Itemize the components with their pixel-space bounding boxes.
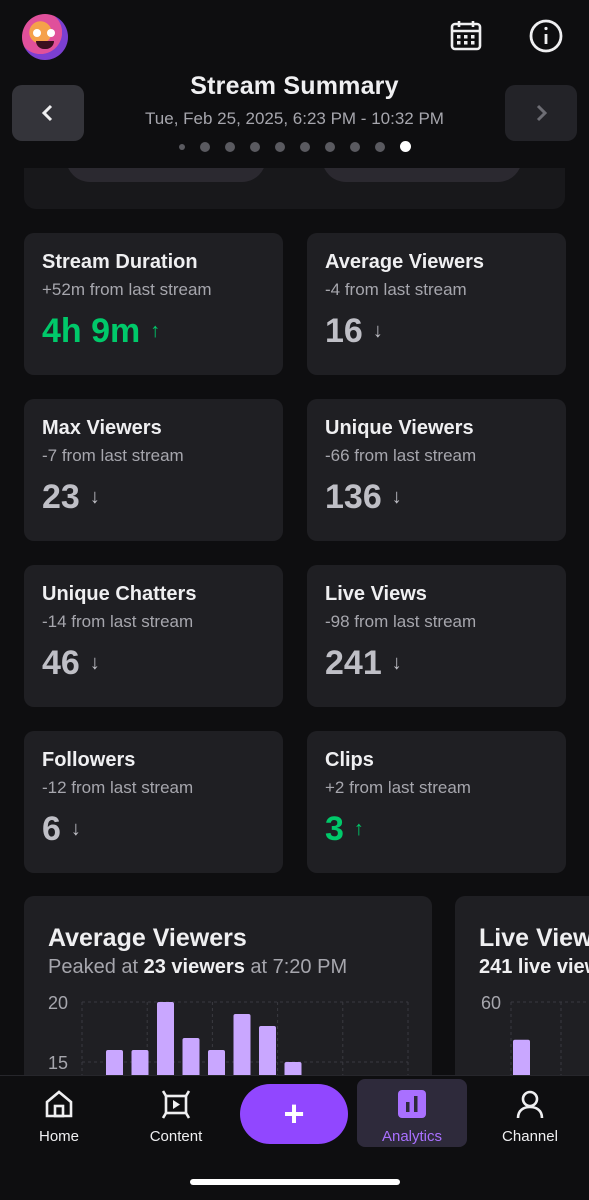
summary-header: Stream Summary Tue, Feb 25, 2025, 6:23 P…: [0, 72, 589, 152]
chart-subtitle: Peaked at 23 viewers at 7:20 PM: [48, 956, 348, 978]
film-icon: [161, 1090, 191, 1119]
home-icon: [45, 1090, 73, 1118]
stat-label: Stream Duration: [42, 251, 198, 273]
chart-card-average-viewers[interactable]: 20 15 Average Viewers Peaked at 23 viewer…: [24, 896, 432, 1086]
stat-label: Average Viewers: [325, 251, 484, 273]
page-dot[interactable]: [374, 141, 385, 152]
page-indicator[interactable]: [0, 141, 589, 152]
stat-delta: -12 from last stream: [42, 778, 194, 797]
page-dot[interactable]: [224, 141, 235, 152]
create-button[interactable]: +: [240, 1084, 348, 1144]
chart-subtitle: 241 live views: [479, 956, 589, 978]
tab-label: Analytics: [381, 1128, 443, 1145]
stat-card-followers: Followers -12 from last stream 6 ↓: [24, 731, 283, 873]
chart-card-live-views[interactable]: 60 Live Views 241 live views: [455, 896, 589, 1086]
analytics-icon: [398, 1090, 426, 1118]
tab-analytics[interactable]: Analytics: [357, 1079, 467, 1147]
date-range: Tue, Feb 25, 2025, 6:23 PM - 10:32 PM: [145, 109, 444, 128]
page-dot[interactable]: [178, 143, 185, 150]
stat-label: Max Viewers: [42, 417, 162, 439]
y-tick-label: 60: [481, 993, 501, 1013]
page-dot[interactable]: [249, 141, 260, 152]
stat-value: 241: [325, 644, 382, 682]
stat-label: Unique Chatters: [42, 583, 197, 605]
stat-value: 46: [42, 644, 80, 682]
tab-content[interactable]: Content: [121, 1088, 231, 1150]
stat-value: 16: [325, 312, 363, 350]
stat-label: Followers: [42, 749, 136, 771]
stat-value: 4h 9m: [42, 312, 141, 350]
stat-card-stream-duration: Stream Duration +52m from last stream 4h…: [24, 233, 283, 375]
chevron-left-icon: [41, 104, 53, 122]
page-dot[interactable]: [324, 141, 335, 152]
stat-card-live-views: Live Views -98 from last stream 241 ↓: [307, 565, 566, 707]
arrow-down-icon: ↓: [89, 652, 100, 674]
arrow-down-icon: ↓: [70, 818, 81, 840]
page-dot-active[interactable]: [399, 141, 411, 152]
preview-card: [24, 168, 565, 209]
avatar[interactable]: [22, 14, 68, 60]
stat-value: 23: [42, 478, 80, 516]
person-icon: [516, 1090, 544, 1119]
page-dot[interactable]: [199, 141, 210, 152]
stat-label: Clips: [325, 749, 374, 771]
chevron-right-icon: [536, 104, 548, 122]
chart-title: Average Viewers: [48, 924, 247, 952]
stat-value: 3: [325, 810, 344, 848]
stat-delta: -4 from last stream: [325, 280, 467, 299]
stat-delta: -98 from last stream: [325, 612, 477, 631]
arrow-down-icon: ↓: [391, 652, 402, 674]
tab-channel[interactable]: Channel: [475, 1088, 585, 1150]
tab-label: Home: [38, 1128, 79, 1145]
arrow-down-icon: ↓: [391, 486, 402, 508]
y-tick-label: 15: [48, 1053, 68, 1073]
arrow-up-icon: ↑: [150, 320, 161, 342]
tab-label: Content: [149, 1128, 203, 1145]
arrow-down-icon: ↓: [89, 486, 100, 508]
stat-label: Live Views: [325, 583, 427, 605]
arrow-down-icon: ↓: [372, 320, 383, 342]
top-bar: [0, 0, 589, 80]
stat-delta: +52m from last stream: [42, 280, 212, 299]
page-dot[interactable]: [274, 141, 285, 152]
page-title: Stream Summary: [190, 72, 399, 100]
stat-card-clips: Clips +2 from last stream 3 ↑: [307, 731, 566, 873]
stat-card-average-viewers: Average Viewers -4 from last stream 16 ↓: [307, 233, 566, 375]
stat-delta: -14 from last stream: [42, 612, 194, 631]
arrow-up-icon: ↑: [353, 818, 364, 840]
next-stream-button[interactable]: [505, 85, 577, 141]
stat-label: Unique Viewers: [325, 417, 474, 439]
info-icon[interactable]: [526, 16, 566, 56]
stat-card-max-viewers: Max Viewers -7 from last stream 23 ↓: [24, 399, 283, 541]
stat-card-unique-viewers: Unique Viewers -66 from last stream 136 …: [307, 399, 566, 541]
stat-delta: +2 from last stream: [325, 778, 471, 797]
calendar-icon[interactable]: [446, 16, 486, 56]
stat-value: 136: [325, 478, 382, 516]
stat-delta: -66 from last stream: [325, 446, 477, 465]
stat-card-unique-chatters: Unique Chatters -14 from last stream 46 …: [24, 565, 283, 707]
tab-label: Channel: [502, 1128, 558, 1145]
tab-home[interactable]: Home: [4, 1088, 114, 1150]
stat-delta: -7 from last stream: [42, 446, 184, 465]
previous-stream-button[interactable]: [12, 85, 84, 141]
chart-bar: [157, 1002, 174, 1086]
y-tick-label: 20: [48, 993, 68, 1013]
page-dot[interactable]: [349, 141, 360, 152]
chart-title: Live Views: [479, 924, 589, 952]
page-dot[interactable]: [299, 141, 310, 152]
home-indicator: [190, 1179, 400, 1185]
stat-value: 6: [42, 810, 61, 848]
